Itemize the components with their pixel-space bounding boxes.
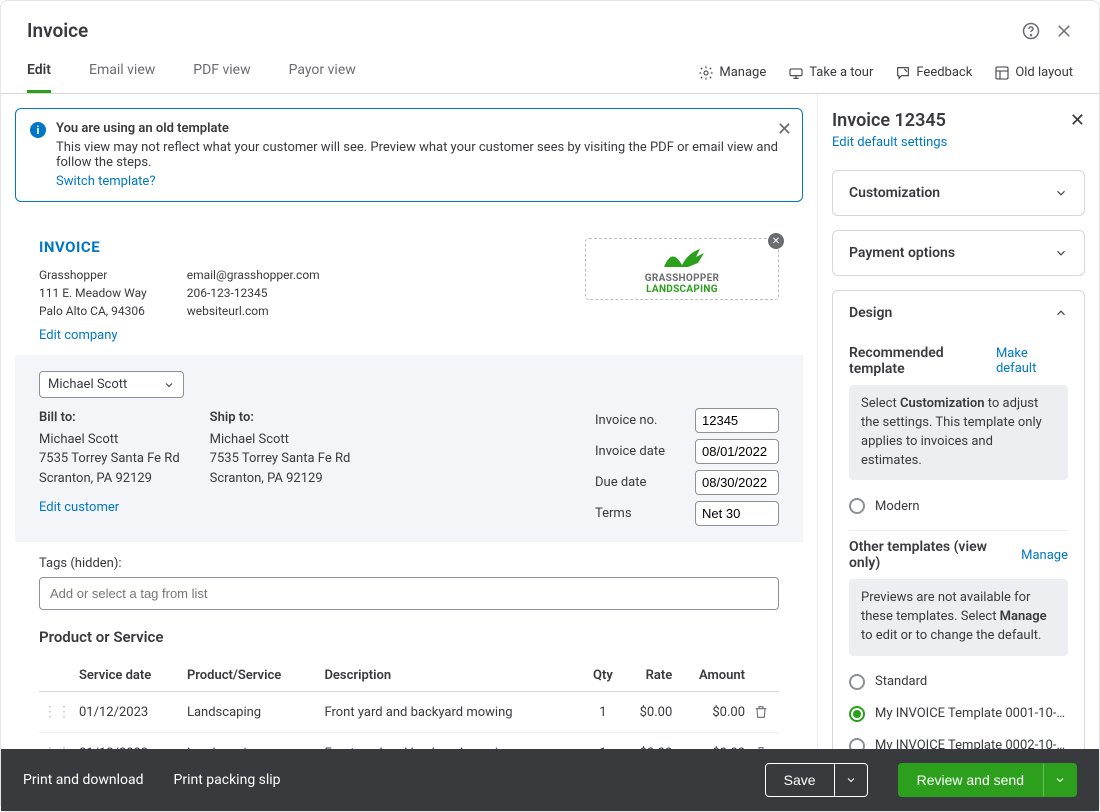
drag-handle-icon[interactable]: ⋮⋮: [43, 704, 71, 720]
save-dropdown[interactable]: [835, 763, 868, 797]
make-default-link[interactable]: Make default: [996, 346, 1068, 376]
grasshopper-logo-icon: [658, 243, 706, 271]
old-template-banner: i You are using an old template This vie…: [15, 108, 803, 202]
template-custom-1[interactable]: My INVOICE Template 0001-10-27-202…: [849, 698, 1068, 730]
company-email: email@grasshopper.com: [187, 266, 320, 284]
table-row[interactable]: ⋮⋮ 01/12/2023 Landscaping Front yard and…: [39, 733, 779, 750]
tags-label: Tags (hidden):: [39, 556, 779, 571]
payment-accordion[interactable]: Payment options: [832, 230, 1085, 276]
banner-body: This view may not reflect what your cust…: [56, 140, 788, 170]
chevron-down-icon: [845, 774, 857, 786]
layout-icon: [994, 65, 1010, 81]
company-web: websiteurl.com: [187, 302, 320, 320]
products-heading: Product or Service: [39, 628, 779, 646]
tab-email-view[interactable]: Email view: [89, 52, 155, 93]
template-standard[interactable]: Standard: [849, 666, 1068, 698]
side-title: Invoice 12345: [832, 110, 946, 131]
customer-select[interactable]: Michael Scott: [39, 371, 184, 398]
invoice-heading: INVOICE: [39, 238, 320, 256]
tab-bar: EditEmail viewPDF viewPayor view Manage …: [1, 52, 1099, 94]
invoice-no-input[interactable]: [695, 408, 779, 433]
save-button[interactable]: Save: [765, 763, 835, 797]
banner-title: You are using an old template: [56, 121, 788, 136]
print-slip-link[interactable]: Print packing slip: [174, 772, 281, 788]
terms-input[interactable]: [695, 501, 779, 526]
tags-input[interactable]: [39, 577, 779, 610]
recommended-hint: Select Customization to adjust the setti…: [849, 385, 1068, 480]
invoice-date-input[interactable]: [695, 439, 779, 464]
company-addr2: Palo Alto CA, 94306: [39, 302, 147, 320]
edit-company-link[interactable]: Edit company: [39, 328, 320, 343]
line-items-table: Service date Product/Service Description…: [39, 660, 779, 749]
company-phone: 206-123-12345: [187, 284, 320, 302]
feedback-icon: [895, 65, 911, 81]
tab-pdf-view[interactable]: PDF view: [193, 52, 250, 93]
chevron-down-icon: [163, 379, 175, 391]
bill-to-block: Bill to: Michael Scott 7535 Torrey Santa…: [39, 408, 180, 526]
manage-action[interactable]: Manage: [698, 65, 766, 81]
close-icon[interactable]: [1055, 21, 1073, 41]
chevron-down-icon: [1054, 774, 1066, 786]
review-send-button[interactable]: Review and send: [898, 763, 1043, 797]
chevron-down-icon: [1054, 246, 1068, 260]
dialog-header: Invoice: [1, 1, 1099, 52]
manage-templates-link[interactable]: Manage: [1021, 548, 1068, 563]
tab-payor-view[interactable]: Payor view: [289, 52, 356, 93]
company-name: Grasshopper: [39, 266, 147, 284]
print-download-link[interactable]: Print and download: [23, 772, 144, 788]
info-icon: i: [30, 122, 46, 138]
tour-icon: [788, 65, 804, 81]
old-layout-action[interactable]: Old layout: [994, 65, 1073, 81]
chevron-down-icon: [1054, 186, 1068, 200]
table-row[interactable]: ⋮⋮ 01/12/2023 Landscaping Front yard and…: [39, 692, 779, 733]
gear-icon: [698, 65, 714, 81]
design-accordion: Design Recommended template Make default…: [832, 290, 1085, 749]
edit-defaults-link[interactable]: Edit default settings: [832, 135, 1085, 150]
customization-accordion[interactable]: Customization: [832, 170, 1085, 216]
review-dropdown[interactable]: [1043, 763, 1077, 797]
chevron-up-icon: [1054, 306, 1068, 320]
tab-edit[interactable]: Edit: [27, 52, 51, 93]
edit-customer-link[interactable]: Edit customer: [39, 498, 180, 518]
template-modern[interactable]: Modern: [849, 490, 1068, 522]
due-date-input[interactable]: [695, 470, 779, 495]
template-custom-2[interactable]: My INVOICE Template 0002-10-27-202…: [849, 730, 1068, 749]
footer-bar: Print and download Print packing slip Sa…: [1, 749, 1099, 811]
logo-upload[interactable]: GRASSHOPPERLANDSCAPING ✕: [585, 238, 779, 300]
delete-row-icon[interactable]: [753, 704, 775, 720]
other-hint: Previews are not available for these tem…: [849, 579, 1068, 656]
page-title: Invoice: [27, 19, 88, 42]
side-panel: Invoice 12345 ✕ Edit default settings Cu…: [817, 94, 1099, 749]
ship-to-block: Ship to: Michael Scott 7535 Torrey Santa…: [210, 408, 351, 526]
feedback-action[interactable]: Feedback: [895, 65, 972, 81]
remove-logo-icon[interactable]: ✕: [768, 233, 784, 249]
company-addr1: 111 E. Meadow Way: [39, 284, 147, 302]
side-close-icon[interactable]: ✕: [1070, 110, 1085, 131]
banner-close-icon[interactable]: ✕: [777, 119, 792, 140]
tour-action[interactable]: Take a tour: [788, 65, 873, 81]
help-icon[interactable]: [1021, 21, 1041, 41]
switch-template-link[interactable]: Switch template?: [56, 174, 788, 189]
